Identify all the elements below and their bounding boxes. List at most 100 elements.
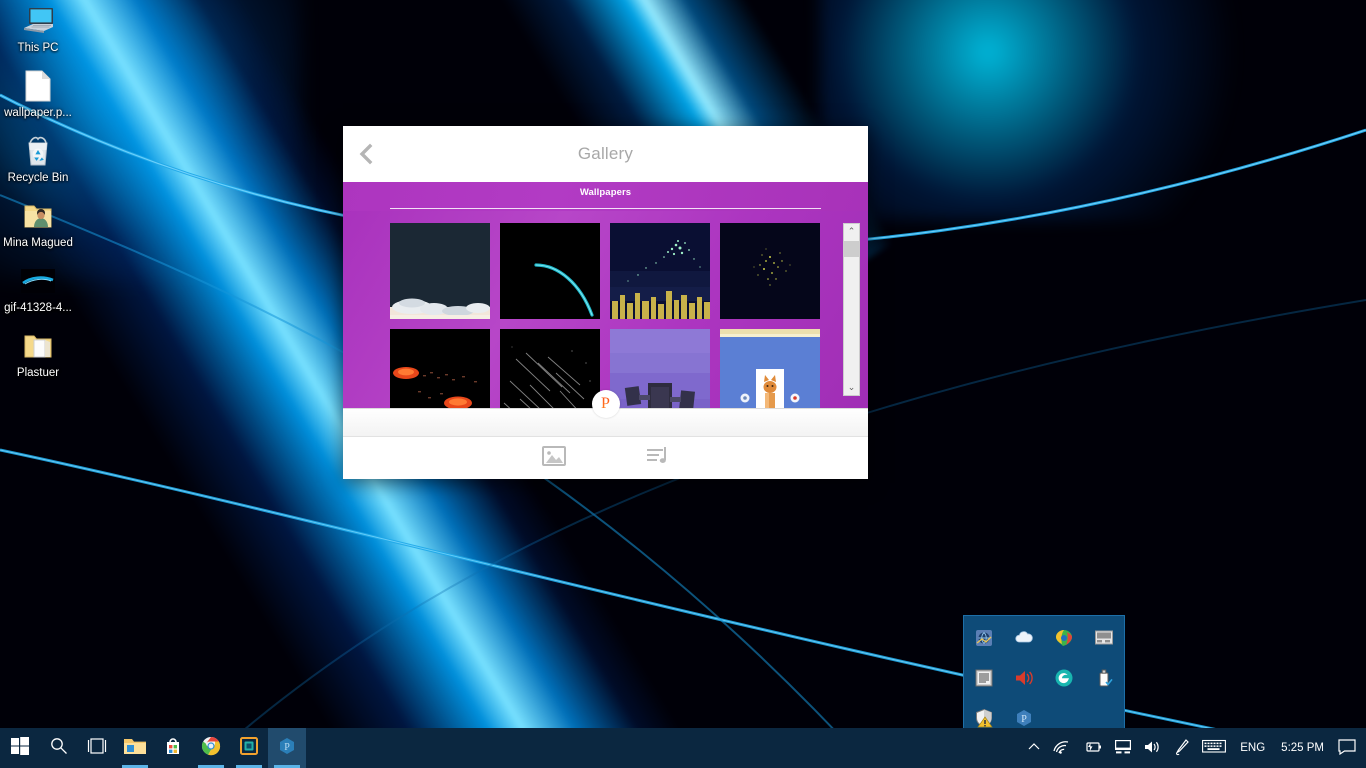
clock[interactable]: 5:25 PM — [1273, 728, 1332, 768]
volume-speaker-icon[interactable] — [1013, 667, 1035, 689]
pen-button[interactable] — [1168, 728, 1196, 768]
taskbar-spacer — [306, 728, 1022, 768]
network-shield-icon[interactable] — [973, 627, 995, 649]
scroll-down-arrow-icon[interactable]: ⌄ — [844, 380, 859, 395]
document-file-icon — [21, 69, 55, 103]
desktop-icon-label: Mina Magued — [3, 237, 73, 250]
desktop-icon-label: Recycle Bin — [8, 172, 69, 185]
taskbar[interactable]: P — [0, 728, 1366, 768]
desktop-icon-list: This PC wallpaper.p... — [0, 4, 76, 394]
gallery-body: ⌃ ⌄ — [343, 211, 868, 408]
action-center-button[interactable] — [1332, 728, 1362, 768]
touch-keyboard-button[interactable] — [1196, 728, 1232, 768]
system-tray: ENG 5:25 PM — [1022, 728, 1366, 768]
thumbnail-grid — [390, 223, 833, 408]
page-title: Gallery — [343, 144, 868, 164]
wallpaper-thumb-teal-arc[interactable] — [500, 223, 600, 319]
chevron-left-icon — [358, 143, 374, 165]
language-indicator[interactable]: ENG — [1232, 728, 1273, 768]
gallery-footer — [343, 436, 868, 479]
chrome-button[interactable] — [192, 728, 230, 768]
scrollbar-thumb[interactable] — [844, 241, 859, 257]
desktop-icon-mina-magued[interactable]: Mina Magued — [0, 199, 76, 250]
user-folder-icon — [21, 199, 55, 233]
plastuer-button[interactable]: P — [268, 728, 306, 768]
microsoft-store-button[interactable] — [154, 728, 192, 768]
gallery-header: Gallery — [343, 126, 868, 182]
tab-underline — [390, 208, 821, 209]
image-icon — [542, 446, 566, 471]
square-app-icon — [239, 736, 259, 761]
start-button[interactable] — [0, 728, 40, 768]
wallpaper-thumb-yellow-sparks[interactable] — [720, 223, 820, 319]
file-explorer-button[interactable] — [116, 728, 154, 768]
wifi-icon — [1052, 739, 1070, 758]
wallpaper-thumb-purple-speakers[interactable] — [610, 329, 710, 408]
music-playlist-icon — [646, 446, 670, 471]
plastuer-icon: P — [277, 736, 297, 761]
onedrive-cloud-icon[interactable] — [1013, 627, 1035, 649]
music-tab-button[interactable] — [641, 443, 675, 473]
recycle-bin-icon — [21, 134, 55, 168]
tab-wallpapers[interactable]: Wallpapers — [343, 187, 868, 198]
desktop-icon-recycle-bin[interactable]: Recycle Bin — [0, 134, 76, 185]
desktop-icon-label: This PC — [18, 42, 59, 55]
search-button[interactable] — [40, 728, 78, 768]
edge-browser-icon[interactable] — [1053, 667, 1075, 689]
security-warning-icon[interactable] — [973, 707, 995, 729]
wallpaper-thumb-red-embers[interactable] — [390, 329, 490, 408]
battery-icon — [1082, 740, 1102, 757]
display-icon — [1114, 739, 1132, 757]
volume-button[interactable] — [1138, 728, 1168, 768]
show-hidden-icons-button[interactable] — [1022, 728, 1046, 768]
desktop-icon-label: gif-41328-4... — [4, 302, 72, 315]
search-icon — [50, 737, 68, 760]
wallpaper-thumb-city-fireworks[interactable] — [610, 223, 710, 319]
desktop-icon-label: Plastuer — [17, 367, 59, 380]
chevron-up-icon — [1028, 742, 1040, 755]
battery-button[interactable] — [1076, 728, 1108, 768]
wallpaper-thumb-cat-poster[interactable] — [720, 329, 820, 408]
windows-logo-icon — [11, 737, 29, 760]
wifi-button[interactable] — [1046, 728, 1076, 768]
desktop-icon-this-pc[interactable]: This PC — [0, 4, 76, 55]
speech-bubble-icon — [1338, 739, 1356, 758]
plastuer-tray-icon[interactable]: P — [1013, 707, 1035, 729]
task-view-icon — [86, 738, 108, 759]
desktop-icon-label: wallpaper.p... — [4, 107, 72, 120]
gallery-tabbar: Wallpapers — [343, 182, 868, 211]
svg-text:P: P — [284, 742, 290, 753]
gif-thumbnail-icon — [21, 264, 55, 298]
thumbnail-grid-wrapper — [343, 223, 843, 408]
desktop-icon-plastuer-folder[interactable]: Plastuer — [0, 329, 76, 380]
document-list-icon[interactable] — [973, 667, 995, 689]
back-button[interactable] — [343, 126, 389, 182]
taskbar-apps: P — [0, 728, 306, 768]
wallpaper-thumb-clouds-night[interactable] — [390, 223, 490, 319]
hidden-icons-popup[interactable]: P — [963, 615, 1125, 740]
safely-remove-usb-icon[interactable] — [1093, 667, 1115, 689]
store-bag-icon — [163, 736, 183, 761]
photo-viewer-icon[interactable] — [1053, 627, 1075, 649]
folder-icon — [21, 329, 55, 363]
display-button[interactable] — [1108, 728, 1138, 768]
scroll-up-arrow-icon[interactable]: ⌃ — [844, 224, 859, 239]
gallery-window[interactable]: Gallery Wallpapers — [343, 126, 868, 479]
desktop-icon-gif-file[interactable]: gif-41328-4... — [0, 264, 76, 315]
svg-text:P: P — [1021, 714, 1027, 725]
chrome-icon — [201, 736, 221, 761]
volume-icon — [1144, 739, 1162, 758]
teal-app-button[interactable] — [230, 728, 268, 768]
computer-monitor-icon — [21, 4, 55, 38]
plastuer-logo-badge[interactable]: P — [592, 390, 620, 418]
pen-icon — [1174, 738, 1190, 759]
images-tab-button[interactable] — [537, 443, 571, 473]
display-switch-icon[interactable] — [1093, 627, 1115, 649]
scrollbar-track[interactable] — [844, 239, 859, 380]
desktop-icon-wallpaper-file[interactable]: wallpaper.p... — [0, 69, 76, 120]
task-view-button[interactable] — [78, 728, 116, 768]
folder-icon — [123, 736, 147, 761]
wallpaper-thumb-white-rain[interactable] — [500, 329, 600, 408]
desktop[interactable]: This PC wallpaper.p... — [0, 0, 1366, 768]
gallery-scrollbar[interactable]: ⌃ ⌄ — [843, 223, 860, 396]
